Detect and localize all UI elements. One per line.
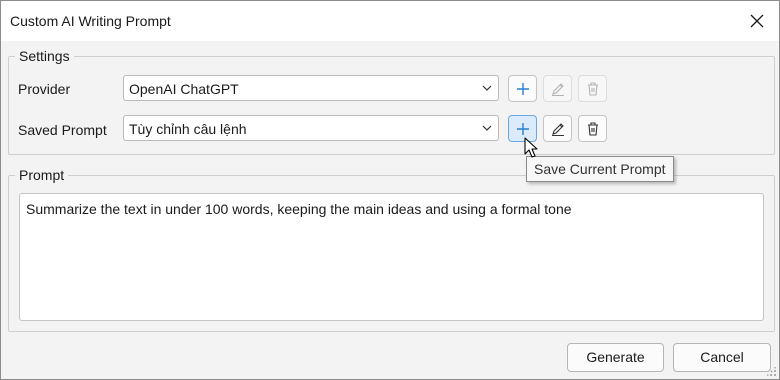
prompt-textarea[interactable]: Summarize the text in under 100 words, k… bbox=[19, 193, 764, 321]
saved-prompt-value: Tùy chỉnh câu lệnh bbox=[129, 121, 247, 137]
plus-icon bbox=[516, 122, 529, 135]
close-icon bbox=[750, 14, 764, 28]
settings-group: Settings Provider OpenAI ChatGPT Saved P… bbox=[8, 48, 775, 155]
tooltip: Save Current Prompt bbox=[526, 156, 674, 182]
delete-prompt-button[interactable] bbox=[578, 115, 607, 142]
provider-label: Provider bbox=[18, 81, 71, 97]
title-bar: Custom AI Writing Prompt bbox=[1, 1, 779, 41]
add-provider-button[interactable] bbox=[508, 75, 537, 102]
provider-select[interactable]: OpenAI ChatGPT bbox=[123, 75, 499, 101]
saved-prompt-label: Saved Prompt bbox=[18, 122, 107, 138]
edit-provider-button[interactable] bbox=[543, 75, 572, 102]
prompt-group: Prompt Summarize the text in under 100 w… bbox=[8, 167, 775, 332]
edit-prompt-button[interactable] bbox=[543, 115, 572, 142]
custom-prompt-dialog: Custom AI Writing Prompt Settings Provid… bbox=[0, 0, 780, 380]
cancel-button[interactable]: Cancel bbox=[673, 343, 771, 372]
saved-prompt-select[interactable]: Tùy chỉnh câu lệnh bbox=[123, 115, 499, 141]
chevron-down-icon bbox=[482, 125, 492, 131]
mouse-cursor-icon bbox=[524, 137, 538, 158]
trash-icon bbox=[587, 121, 598, 136]
resize-grip-icon[interactable] bbox=[767, 367, 777, 377]
window-title: Custom AI Writing Prompt bbox=[10, 13, 171, 29]
pencil-icon bbox=[551, 82, 564, 96]
trash-icon bbox=[587, 81, 598, 96]
plus-icon bbox=[516, 82, 529, 95]
delete-provider-button[interactable] bbox=[578, 75, 607, 102]
close-button[interactable] bbox=[735, 1, 779, 41]
prompt-legend: Prompt bbox=[15, 167, 69, 183]
pencil-icon bbox=[551, 122, 564, 136]
generate-button[interactable]: Generate bbox=[567, 343, 664, 372]
provider-value: OpenAI ChatGPT bbox=[129, 81, 239, 97]
settings-legend: Settings bbox=[15, 48, 74, 64]
chevron-down-icon bbox=[482, 85, 492, 91]
